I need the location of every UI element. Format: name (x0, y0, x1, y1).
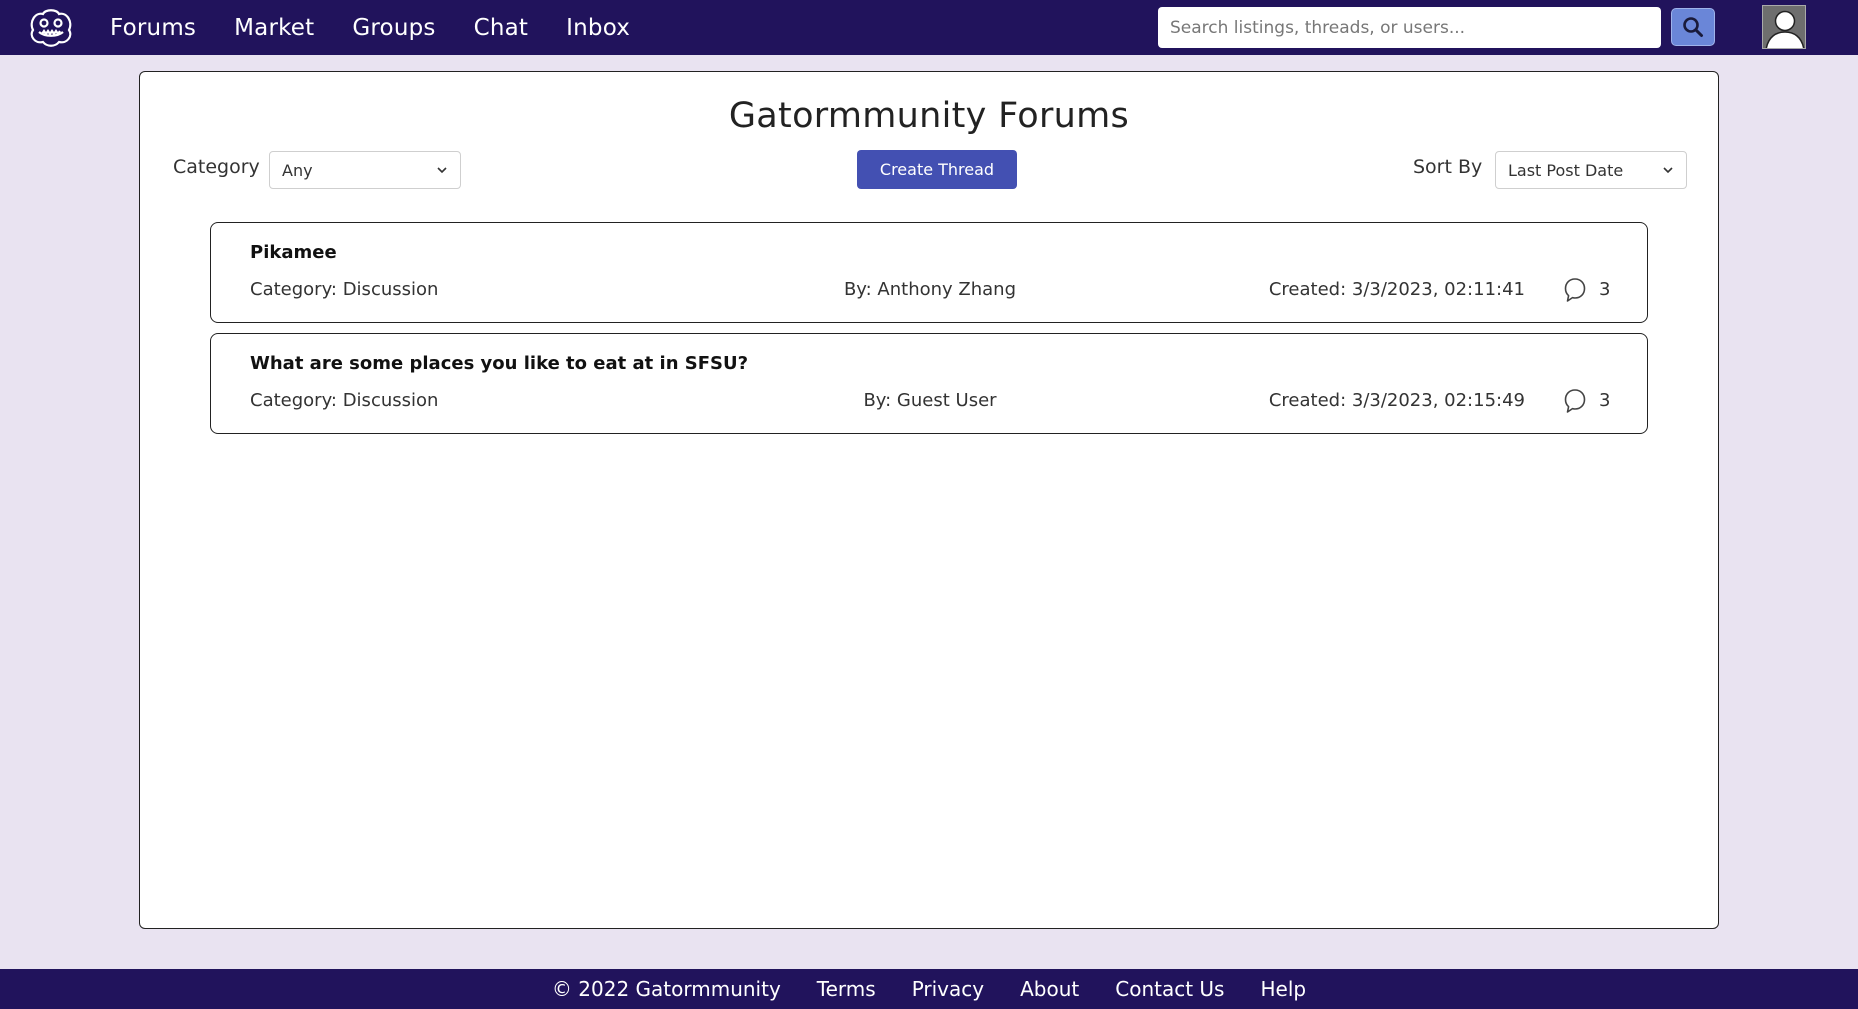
create-thread-button[interactable]: Create Thread (857, 150, 1017, 189)
nav-links: Forums Market Groups Chat Inbox (110, 0, 668, 55)
nav-link-inbox[interactable]: Inbox (566, 15, 630, 41)
thread-title[interactable]: What are some places you like to eat at … (250, 353, 748, 374)
page-title: Gatormmunity Forums (728, 96, 1130, 136)
sort-select[interactable]: Last Post Date (1495, 151, 1687, 189)
gator-logo-icon[interactable] (25, 6, 77, 50)
chevron-down-icon (1663, 167, 1673, 174)
footer-link-privacy[interactable]: Privacy (912, 977, 984, 1001)
sort-label: Sort By (1413, 156, 1483, 178)
category-label: Category (173, 156, 260, 178)
footer: © 2022 Gatormmunity Terms Privacy About … (0, 969, 1858, 1009)
nav-link-groups[interactable]: Groups (352, 15, 435, 41)
nav-link-market[interactable]: Market (234, 15, 314, 41)
comment-count: 3 (1599, 279, 1611, 300)
thread-card[interactable]: Pikamee Category: Discussion By: Anthony… (210, 222, 1648, 323)
nav-link-forums[interactable]: Forums (110, 15, 196, 41)
user-avatar-icon[interactable] (1762, 5, 1806, 49)
category-select-value: Any (282, 160, 313, 180)
comment-icon (1564, 278, 1586, 302)
search-icon (1683, 17, 1703, 37)
footer-link-help[interactable]: Help (1260, 977, 1306, 1001)
thread-created: Created: 3/3/2023, 02:15:49 (1268, 390, 1525, 411)
thread-title[interactable]: Pikamee (250, 242, 337, 263)
comment-icon (1564, 389, 1586, 413)
sort-select-value: Last Post Date (1508, 160, 1624, 180)
nav-link-chat[interactable]: Chat (474, 15, 529, 41)
thread-created: Created: 3/3/2023, 02:11:41 (1268, 279, 1525, 300)
top-navbar: Forums Market Groups Chat Inbox (0, 0, 1858, 55)
search-button[interactable] (1671, 8, 1715, 46)
category-select[interactable]: Any (269, 151, 461, 189)
footer-link-terms[interactable]: Terms (817, 977, 876, 1001)
chevron-down-icon (437, 167, 447, 174)
search-input[interactable] (1158, 7, 1661, 48)
forums-panel: Gatormmunity Forums Category Any Create … (139, 71, 1719, 929)
footer-link-contact[interactable]: Contact Us (1115, 977, 1224, 1001)
thread-card[interactable]: What are some places you like to eat at … (210, 333, 1648, 434)
footer-copyright: © 2022 Gatormmunity (551, 977, 781, 1001)
footer-link-about[interactable]: About (1020, 977, 1079, 1001)
comment-count: 3 (1599, 390, 1611, 411)
